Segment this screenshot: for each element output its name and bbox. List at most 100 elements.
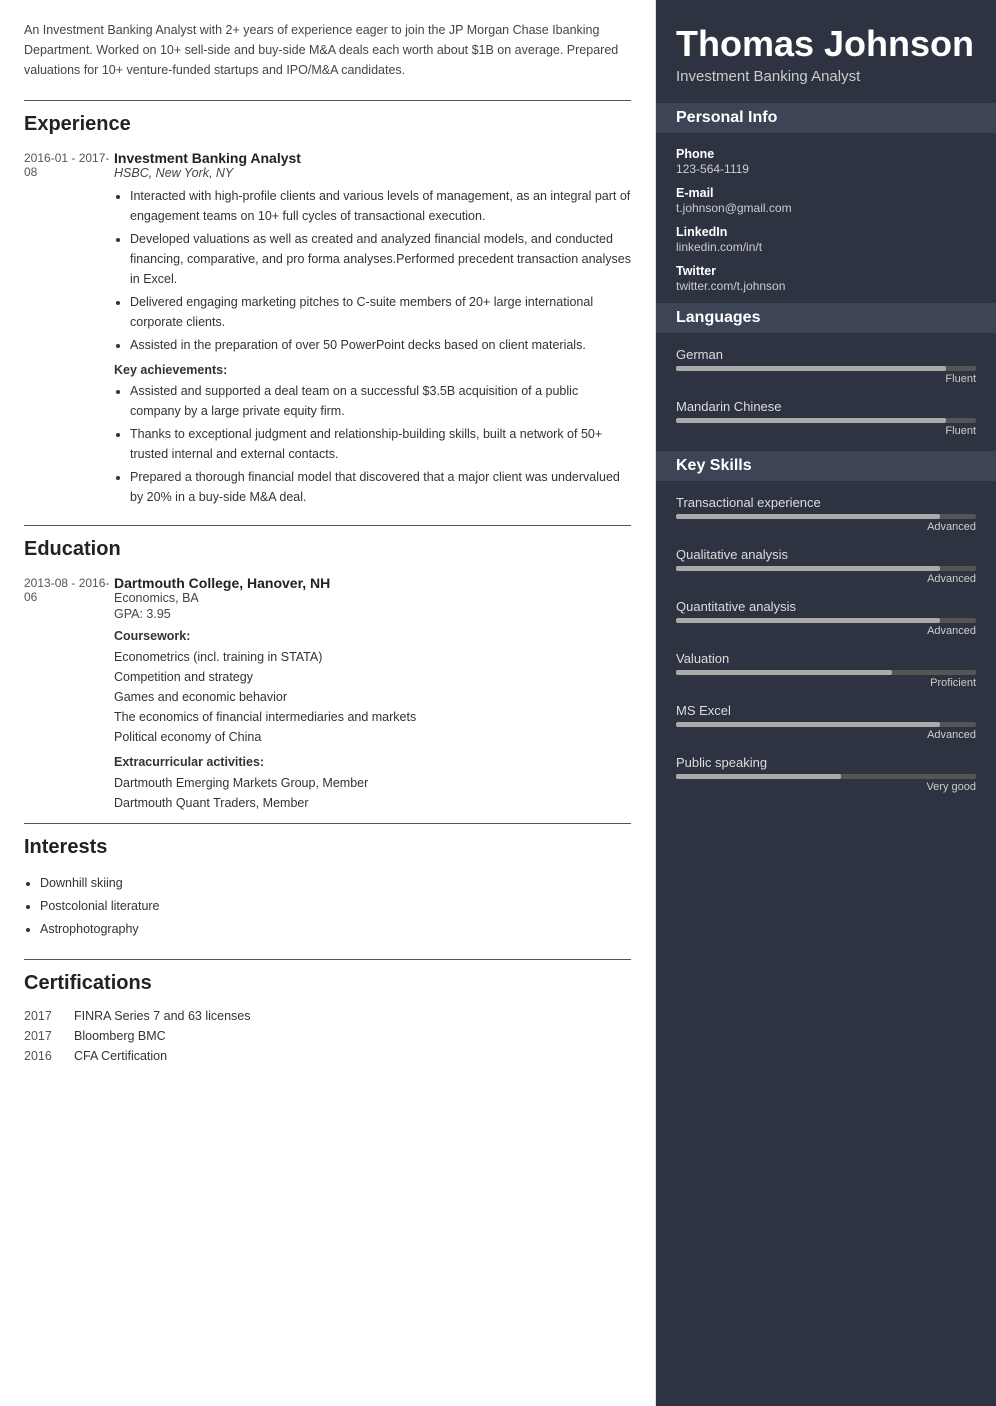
email-label: E-mail: [676, 186, 976, 200]
extracurricular-label: Extracurricular activities:: [114, 755, 631, 769]
edu-date: 2013-08 - 2016-06: [24, 575, 114, 813]
job-title: Investment Banking Analyst: [114, 150, 631, 166]
interests-section-title: Interests: [24, 836, 631, 859]
skill-level: Advanced: [676, 729, 976, 741]
skill-name: Valuation: [676, 651, 976, 666]
language-block: German Fluent: [676, 347, 976, 385]
achievement-item: Thanks to exceptional judgment and relat…: [130, 424, 631, 464]
skill-level: Advanced: [676, 521, 976, 533]
exp-bullet-item: Assisted in the preparation of over 50 P…: [130, 335, 631, 355]
language-level: Fluent: [676, 373, 976, 385]
achievements-list: Assisted and supported a deal team on a …: [114, 381, 631, 507]
skill-level: Proficient: [676, 677, 976, 689]
certifications-section-title: Certifications: [24, 972, 631, 995]
skill-block: MS Excel Advanced: [676, 703, 976, 741]
skill-name: Transactional experience: [676, 495, 976, 510]
education-block: 2013-08 - 2016-06Dartmouth College, Hano…: [24, 575, 631, 813]
resume-wrapper: An Investment Banking Analyst with 2+ ye…: [0, 0, 996, 1406]
skills-title: Key Skills: [656, 451, 996, 481]
name-block: Thomas Johnson Investment Banking Analys…: [676, 24, 976, 85]
skill-bar-fill: [676, 722, 940, 727]
skill-bar-fill: [676, 774, 841, 779]
coursework-item: Political economy of China: [114, 727, 631, 747]
phone-label: Phone: [676, 147, 976, 161]
linkedin-label: LinkedIn: [676, 225, 976, 239]
exp-date: 2016-01 - 2017-08: [24, 150, 114, 515]
cert-year: 2017: [24, 1009, 74, 1023]
skill-bar-bg: [676, 722, 976, 727]
cert-block: 2017FINRA Series 7 and 63 licenses: [24, 1009, 631, 1023]
coursework-label: Coursework:: [114, 629, 631, 643]
skill-bar-fill: [676, 566, 940, 571]
achievement-item: Assisted and supported a deal team on a …: [130, 381, 631, 421]
coursework-item: Competition and strategy: [114, 667, 631, 687]
cert-name: CFA Certification: [74, 1049, 167, 1063]
skill-block: Qualitative analysis Advanced: [676, 547, 976, 585]
education-container: 2013-08 - 2016-06Dartmouth College, Hano…: [24, 575, 631, 813]
cert-name: FINRA Series 7 and 63 licenses: [74, 1009, 250, 1023]
skill-name: Quantitative analysis: [676, 599, 976, 614]
company-name: HSBC, New York, NY: [114, 166, 631, 180]
skill-bar-bg: [676, 566, 976, 571]
achievement-item: Prepared a thorough financial model that…: [130, 467, 631, 507]
cert-block: 2016CFA Certification: [24, 1049, 631, 1063]
language-bar-fill: [676, 366, 946, 371]
exp-bullets: Interacted with high-profile clients and…: [114, 186, 631, 355]
exp-content: Investment Banking AnalystHSBC, New York…: [114, 150, 631, 515]
skill-block: Valuation Proficient: [676, 651, 976, 689]
right-column: Thomas Johnson Investment Banking Analys…: [656, 0, 996, 1406]
cert-year: 2016: [24, 1049, 74, 1063]
skill-block: Quantitative analysis Advanced: [676, 599, 976, 637]
skill-bar-bg: [676, 514, 976, 519]
experience-container: 2016-01 - 2017-08Investment Banking Anal…: [24, 150, 631, 515]
candidate-name: Thomas Johnson: [676, 24, 976, 64]
coursework-item: The economics of financial intermediarie…: [114, 707, 631, 727]
language-name: Mandarin Chinese: [676, 399, 976, 414]
skills-container: Transactional experienceAdvancedQualitat…: [676, 495, 976, 793]
exp-bullet-item: Developed valuations as well as created …: [130, 229, 631, 289]
skill-bar-bg: [676, 618, 976, 623]
language-name: German: [676, 347, 976, 362]
skill-name: Qualitative analysis: [676, 547, 976, 562]
experience-block: 2016-01 - 2017-08Investment Banking Anal…: [24, 150, 631, 515]
interest-item: Astrophotography: [40, 919, 631, 939]
twitter-label: Twitter: [676, 264, 976, 278]
phone-value: 123-564-1119: [676, 162, 976, 176]
skill-bar-bg: [676, 774, 976, 779]
edu-content: Dartmouth College, Hanover, NHEconomics,…: [114, 575, 631, 813]
candidate-title: Investment Banking Analyst: [676, 68, 976, 85]
skill-level: Advanced: [676, 573, 976, 585]
language-bar-fill: [676, 418, 946, 423]
interest-item: Postcolonial literature: [40, 896, 631, 916]
skill-bar-fill: [676, 670, 892, 675]
school-name: Dartmouth College, Hanover, NH: [114, 575, 631, 591]
languages-container: German Fluent Mandarin ChineseFluent: [676, 347, 976, 437]
skill-bar-bg: [676, 670, 976, 675]
gpa: GPA: 3.95: [114, 607, 631, 621]
skill-bar-fill: [676, 514, 940, 519]
cert-name: Bloomberg BMC: [74, 1029, 166, 1043]
email-value: t.johnson@gmail.com: [676, 201, 976, 215]
twitter-value: twitter.com/t.johnson: [676, 279, 976, 293]
personal-info-title: Personal Info: [656, 103, 996, 133]
education-section-title: Education: [24, 538, 631, 561]
languages-title: Languages: [656, 303, 996, 333]
interests-list: Downhill skiing Postcolonial literature As…: [24, 873, 631, 939]
cert-year: 2017: [24, 1029, 74, 1043]
skill-level: Very good: [676, 781, 976, 793]
skill-block: Transactional experience Advanced: [676, 495, 976, 533]
left-column: An Investment Banking Analyst with 2+ ye…: [0, 0, 656, 1406]
skill-name: Public speaking: [676, 755, 976, 770]
coursework-item: Games and economic behavior: [114, 687, 631, 707]
degree-info: Economics, BA: [114, 591, 631, 605]
skill-name: MS Excel: [676, 703, 976, 718]
language-bar-bg: [676, 366, 976, 371]
language-block: Mandarin ChineseFluent: [676, 399, 976, 437]
certifications-container: 2017FINRA Series 7 and 63 licenses2017Bl…: [24, 1009, 631, 1063]
skill-level: Advanced: [676, 625, 976, 637]
exp-bullet-item: Delivered engaging marketing pitches to …: [130, 292, 631, 332]
achievements-label: Key achievements:: [114, 363, 631, 377]
linkedin-value: linkedin.com/in/t: [676, 240, 976, 254]
cert-block: 2017Bloomberg BMC: [24, 1029, 631, 1043]
interest-item: Downhill skiing: [40, 873, 631, 893]
